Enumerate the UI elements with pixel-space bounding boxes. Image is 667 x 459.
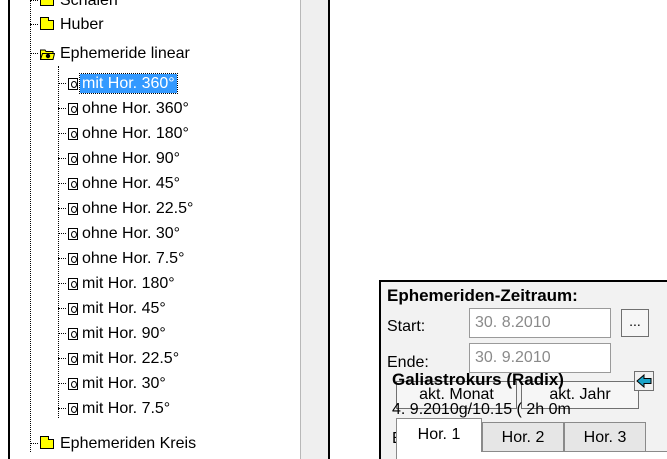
tree-item-label: Ephemeride linear — [60, 45, 190, 62]
document-icon — [68, 228, 78, 240]
arrow-left-icon[interactable] — [634, 371, 654, 391]
tree-item-label: mit Hor. 180° — [82, 275, 175, 292]
tree-item-label: Huber — [60, 16, 104, 33]
tab-hor-1[interactable]: Hor. 1 — [396, 418, 482, 452]
start-date-field[interactable]: 30. 8.2010 — [469, 308, 611, 338]
tree-item-label: mit Hor. 7.5° — [82, 400, 171, 417]
tree-item-label: ohne Hor. 22.5° — [82, 200, 194, 217]
tree-item-label: ohne Hor. 30° — [82, 225, 181, 242]
tree-item-label: mit Hor. 90° — [82, 325, 166, 342]
open-folder-icon — [40, 49, 55, 60]
document-icon — [68, 178, 78, 190]
tree-item-label: mit Hor. 30° — [82, 375, 166, 392]
document-icon — [68, 78, 78, 90]
folder-icon — [40, 0, 54, 6]
tree-item-label: mit Hor. 22.5° — [82, 350, 180, 367]
entry-date: 4. 9.2010g/10.15 ( 2h 0m — [392, 401, 571, 418]
document-icon — [68, 203, 78, 215]
tree-item-label: ohne Hor. 180° — [82, 125, 189, 142]
section-title: Ephemeriden-Zeitraum: — [387, 286, 578, 305]
document-icon — [68, 303, 78, 315]
browse-button[interactable]: ... — [621, 309, 649, 337]
tree-item-label: ohne Hor. 90° — [82, 150, 181, 167]
entry-title: Galiastrokurs (Radix) — [392, 370, 564, 389]
end-date-field[interactable]: 30. 9.2010 — [469, 343, 611, 373]
document-icon — [68, 378, 78, 390]
tree-item-label: ohne Hor. 7.5° — [82, 250, 185, 267]
tree-view[interactable]: Schalen Huber Ephemeride linear mit Hor.… — [8, 0, 330, 459]
tree-item-label: ohne Hor. 360° — [82, 100, 189, 117]
folder-icon — [40, 436, 54, 449]
document-icon — [68, 153, 78, 165]
tree-item-label: Ephemeriden Kreis — [60, 435, 197, 452]
tree-item-label: ohne Hor. 45° — [82, 175, 181, 192]
tree-scrollbar[interactable] — [300, 0, 328, 459]
document-icon — [68, 278, 78, 290]
document-icon — [68, 328, 78, 340]
document-icon — [68, 353, 78, 365]
tree-item-label: Schalen — [60, 0, 118, 9]
document-icon — [68, 128, 78, 140]
start-label: Start: — [387, 318, 426, 335]
document-icon — [68, 253, 78, 265]
tree-item-label-selected: mit Hor. 360° — [79, 73, 178, 94]
folder-icon — [40, 17, 54, 30]
tree-guide-root — [30, 0, 31, 452]
tree-guide-child — [58, 66, 59, 418]
document-icon — [68, 403, 78, 415]
document-icon — [68, 103, 78, 115]
tree-item-label: mit Hor. 45° — [82, 300, 166, 317]
